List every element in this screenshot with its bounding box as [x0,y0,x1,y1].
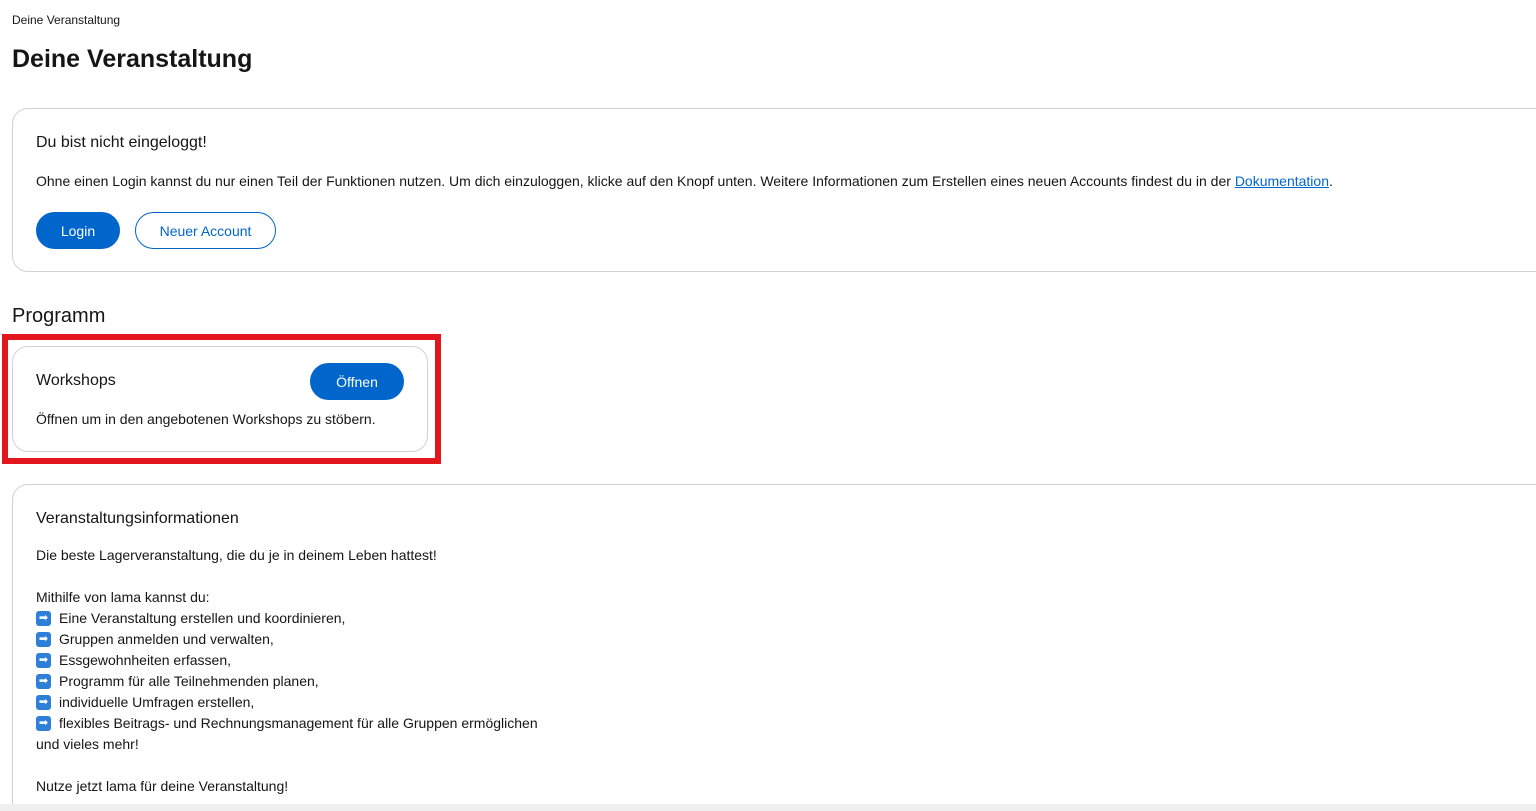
open-workshops-button[interactable]: Öffnen [310,363,404,400]
login-button[interactable]: Login [36,212,120,249]
breadcrumb: Deine Veranstaltung [12,13,121,27]
event-info-more: und vieles mehr! [36,736,139,752]
feature-text: Gruppen anmelden und verwalten, [59,631,274,647]
program-heading: Programm [12,305,106,327]
workshops-card-text: Öffnen um in den angebotenen Workshops z… [36,411,376,427]
feature-text: flexibles Beitrags- und Rechnungsmanagem… [59,715,538,731]
event-info-card: Veranstaltungsinformationen Die beste La… [12,484,1536,811]
feature-item: ➡ flexibles Beitrags- und Rechnungsmanage… [36,713,538,734]
event-info-title: Veranstaltungsinformationen [36,510,239,527]
right-arrow-icon: ➡ [36,632,51,647]
horizontal-scrollbar[interactable] [0,804,1536,811]
feature-text: Eine Veranstaltung erstellen und koordin… [59,610,346,626]
right-arrow-icon: ➡ [36,653,51,668]
right-arrow-icon: ➡ [36,611,51,626]
event-info-intro: Die beste Lagerveranstaltung, die du je … [36,547,437,563]
feature-item: ➡ Gruppen anmelden und verwalten, [36,629,538,650]
feature-item: ➡ Essgewohnheiten erfassen, [36,650,538,671]
feature-item: ➡ Programm für alle Teilnehmenden planen, [36,671,538,692]
login-card-text-end: . [1328,173,1333,189]
feature-item: ➡ Eine Veranstaltung erstellen und koordi… [36,608,538,629]
feature-text: Essgewohnheiten erfassen, [59,652,231,668]
login-info-card: Du bist nicht eingeloggt! Ohne einen Log… [12,108,1536,272]
documentation-link[interactable]: Dokumentation [1235,173,1329,189]
workshops-card: Workshops Öffnen Öffnen um in den angebo… [12,346,428,452]
login-card-text-part: Ohne einen Login kannst du nur einen Tei… [36,173,1235,189]
event-info-cta: Nutze jetzt lama für deine Veranstaltung… [36,778,289,794]
right-arrow-icon: ➡ [36,674,51,689]
event-info-body: Die beste Lagerveranstaltung, die du je … [36,545,538,797]
feature-item: ➡ individuelle Umfragen erstellen, [36,692,538,713]
workshops-card-title: Workshops [36,372,116,389]
login-card-title: Du bist nicht eingeloggt! [36,134,207,151]
page-title: Deine Veranstaltung [12,45,253,73]
new-account-button[interactable]: Neuer Account [135,212,276,249]
event-info-lead: Mithilfe von lama kannst du: [36,589,210,605]
right-arrow-icon: ➡ [36,695,51,710]
feature-text: Programm für alle Teilnehmenden planen, [59,673,319,689]
feature-text: individuelle Umfragen erstellen, [59,694,255,710]
login-card-text: Ohne einen Login kannst du nur einen Tei… [36,173,1333,189]
right-arrow-icon: ➡ [36,716,51,731]
